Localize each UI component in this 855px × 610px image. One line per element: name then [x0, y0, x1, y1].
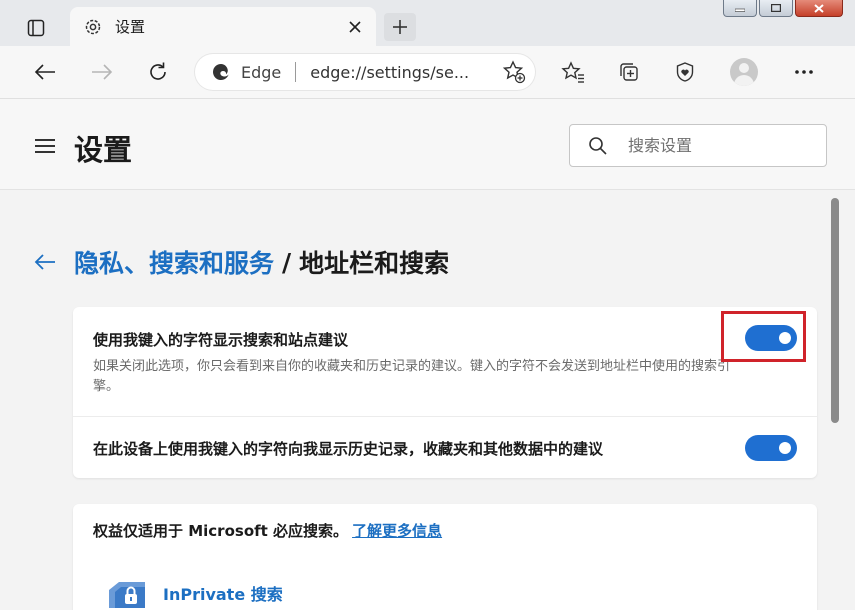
profile-avatar[interactable] — [730, 58, 758, 86]
tab-title: 设置 — [115, 18, 146, 36]
highlight-box — [721, 311, 806, 362]
refresh-icon — [150, 62, 166, 80]
settings-content: 隐私、搜索和服务 / 地址栏和搜索 使用我键入的字符显示搜索和站点建议 如果关闭… — [0, 190, 855, 610]
setting-title: 使用我键入的字符显示搜索和站点建议 — [93, 331, 349, 349]
maximize-button[interactable] — [759, 0, 793, 17]
browser-window: 设置 Edge edge://settings/se... 设置 搜索设置 隐私… — [0, 0, 855, 610]
close-window-button[interactable] — [795, 0, 843, 17]
breadcrumb-separator: / — [282, 247, 292, 277]
edge-logo-icon — [211, 62, 231, 82]
close-icon — [814, 3, 824, 13]
suggestions-settings-card: 使用我键入的字符显示搜索和站点建议 如果关闭此选项，你只会看到来自你的收藏夹和历… — [73, 307, 817, 478]
gear-icon — [83, 17, 103, 37]
window-caption-buttons — [723, 0, 843, 17]
tab-actions-button[interactable] — [18, 12, 54, 44]
plus-icon — [393, 20, 407, 34]
breadcrumb-parent-link[interactable]: 隐私、搜索和服务 — [74, 244, 274, 280]
back-button[interactable] — [29, 56, 61, 88]
collections-icon — [620, 63, 638, 81]
site-identity: Edge — [241, 62, 282, 82]
menu-icon[interactable] — [35, 139, 55, 155]
close-tab-button[interactable] — [344, 16, 366, 38]
inprivate-search-icon — [109, 582, 145, 608]
page-title: 设置 — [74, 133, 133, 167]
add-favorite-button[interactable] — [501, 59, 527, 85]
toolbar: Edge edge://settings/se... — [0, 46, 855, 99]
refresh-button[interactable] — [142, 56, 174, 88]
more-menu-button[interactable] — [788, 56, 820, 88]
settings-header: 设置 — [0, 99, 855, 190]
browser-essentials-button[interactable] — [669, 56, 701, 88]
toggle-knob — [779, 442, 791, 454]
minimize-button[interactable] — [723, 0, 757, 17]
star-add-icon — [502, 60, 526, 84]
breadcrumb: 隐私、搜索和服务 / 地址栏和搜索 — [32, 244, 449, 280]
arrow-left-icon — [34, 254, 55, 270]
inprivate-search-label[interactable]: InPrivate 搜索 — [163, 581, 283, 605]
setting-row-history-suggestions: 在此设备上使用我键入的字符向我显示历史记录，收藏夹和其他数据中的建议 — [73, 417, 817, 479]
setting-row-search-suggestions: 使用我键入的字符显示搜索和站点建议 如果关闭此选项，你只会看到来自你的收藏夹和历… — [73, 307, 817, 417]
back-arrow-button[interactable] — [32, 249, 58, 275]
avatar-shoulders — [734, 75, 754, 86]
forward-button[interactable] — [86, 56, 118, 88]
search-icon — [588, 136, 608, 156]
tab-actions-icon — [27, 19, 45, 37]
favorites-icon — [561, 61, 584, 83]
tab-settings[interactable]: 设置 — [70, 7, 376, 46]
address-divider — [295, 62, 297, 82]
arrow-left-icon — [34, 64, 55, 80]
bing-benefits-card: 权益仅适用于 Microsoft 必应搜索。 了解更多信息 InPrivate 搜… — [73, 504, 817, 610]
scrollbar-thumb[interactable] — [831, 198, 839, 423]
history-suggestions-toggle[interactable] — [745, 435, 797, 461]
avatar-head — [739, 63, 749, 73]
setting-title: 在此设备上使用我键入的字符向我显示历史记录，收藏夹和其他数据中的建议 — [93, 440, 604, 458]
close-icon — [349, 21, 361, 33]
settings-search-box[interactable] — [569, 124, 827, 167]
search-input[interactable] — [626, 135, 810, 156]
address-bar[interactable]: Edge edge://settings/se... — [195, 54, 535, 90]
arrow-right-icon — [92, 64, 113, 80]
url-text[interactable]: edge://settings/se... — [310, 63, 469, 82]
favorites-button[interactable] — [557, 56, 589, 88]
benefits-statement: 权益仅适用于 Microsoft 必应搜索。 — [93, 522, 349, 540]
maximize-icon — [771, 4, 781, 12]
shield-heart-icon — [676, 62, 694, 82]
new-tab-button[interactable] — [384, 13, 416, 41]
learn-more-link[interactable]: 了解更多信息 — [352, 522, 442, 540]
inprivate-search-item: InPrivate 搜索 — [105, 578, 283, 608]
more-horizontal-icon — [795, 70, 813, 74]
setting-description: 如果关闭此选项，你只会看到来自你的收藏夹和历史记录的建议。键入的字符不会发送到地… — [93, 359, 731, 394]
minimize-icon — [735, 8, 745, 12]
collections-button[interactable] — [613, 56, 645, 88]
benefits-text: 权益仅适用于 Microsoft 必应搜索。 了解更多信息 — [93, 520, 442, 541]
breadcrumb-current: 地址栏和搜索 — [299, 249, 450, 278]
